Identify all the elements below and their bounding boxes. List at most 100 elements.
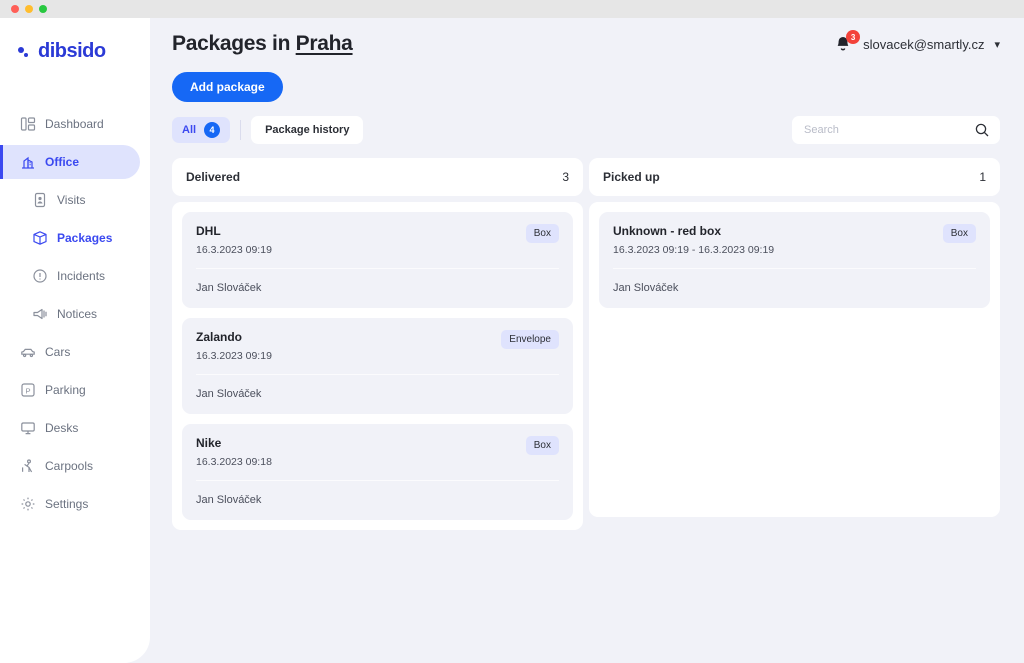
sidebar-item-parking[interactable]: P Parking (0, 373, 140, 407)
package-recipient: Jan Slováček (613, 282, 679, 294)
column-title: Delivered (186, 170, 241, 184)
card-divider (613, 268, 976, 269)
megaphone-icon (33, 308, 47, 320)
package-name: Zalando (196, 330, 243, 344)
sidebar-item-notices[interactable]: Notices (0, 297, 140, 331)
filter-divider (240, 120, 242, 140)
dibsido-dots-icon (18, 44, 34, 60)
package-recipient: Jan Slováček (196, 494, 262, 506)
package-name: DHL (196, 224, 221, 238)
package-recipient: Jan Slováček (196, 388, 262, 400)
sidebar-item-dashboard[interactable]: Dashboard (0, 107, 140, 141)
alert-circle-icon (33, 269, 47, 283)
package-history-button[interactable]: Package history (251, 116, 364, 144)
sidebar-item-office[interactable]: Office (0, 145, 140, 179)
sidebar-item-packages[interactable]: Packages (0, 221, 140, 255)
sidebar-item-label: Desks (45, 421, 79, 435)
parking-p-icon: P (21, 383, 35, 397)
column-body: DHL 16.3.2023 09:19 Box Jan Slováček Zal… (172, 202, 583, 530)
package-date: 16.3.2023 09:18 (196, 456, 272, 468)
close-window-button[interactable] (11, 5, 19, 13)
sidebar-item-label: Cars (45, 345, 71, 359)
page-title-location: Praha (295, 32, 353, 55)
filters-and-search-row: All 4 Package history (172, 116, 1000, 144)
filter-tab-all[interactable]: All 4 (172, 117, 231, 143)
card-divider (196, 480, 559, 481)
sidebar-item-label: Notices (57, 307, 98, 321)
notification-count-badge: 3 (846, 30, 861, 44)
window-titlebar (0, 0, 1024, 18)
page-title: Packages in Praha (172, 32, 353, 56)
column-picked-up: Picked up 1 Unknown - red box 16.3.2023 … (589, 158, 1000, 517)
sidebar-item-visits[interactable]: Visits (0, 183, 140, 217)
page-title-prefix: Packages in (172, 32, 296, 55)
search-box[interactable] (792, 116, 1000, 144)
search-icon[interactable] (974, 122, 990, 138)
minimize-window-button[interactable] (25, 5, 33, 13)
column-delivered: Delivered 3 DHL 16.3.2023 09:19 Box Jan … (172, 158, 583, 530)
sidebar: dibsido Dashboard Office Visits Packages… (0, 18, 150, 663)
app-window: dibsido Dashboard Office Visits Packages… (0, 0, 1024, 663)
account-menu[interactable]: 3 slovacek@smartly.cz ▾ (833, 30, 1000, 55)
main-content: Packages in Praha 3 slovacek@smartly.cz … (150, 18, 1024, 663)
package-card[interactable]: Zalando 16.3.2023 09:19 Envelope Jan Slo… (182, 318, 573, 414)
visits-badge-icon (34, 192, 46, 208)
package-columns: Delivered 3 DHL 16.3.2023 09:19 Box Jan … (172, 158, 1000, 530)
svg-text:P: P (25, 386, 30, 395)
package-recipient: Jan Slováček (196, 282, 262, 294)
filter-tab-all-label: All (182, 124, 197, 136)
car-icon (21, 348, 35, 358)
sidebar-item-cars[interactable]: Cars (0, 335, 140, 369)
sidebar-nav: Dashboard Office Visits Packages Inciden… (0, 105, 150, 485)
brand-logo[interactable]: dibsido (18, 40, 150, 63)
carpool-person-icon (22, 459, 33, 473)
filter-tab-all-count: 4 (204, 122, 221, 138)
sidebar-item-label: Office (45, 155, 80, 169)
package-name: Nike (196, 436, 222, 450)
column-count: 3 (562, 170, 569, 184)
package-name: Unknown - red box (613, 224, 721, 238)
sidebar-item-desks[interactable]: Desks (0, 411, 140, 445)
dashboard-icon (20, 117, 36, 131)
filter-tabs: All 4 Package history (172, 116, 364, 144)
column-header: Delivered 3 (172, 158, 583, 196)
account-email: slovacek@smartly.cz (863, 36, 985, 52)
monitor-desk-icon (21, 422, 35, 435)
add-package-button[interactable]: Add package (172, 72, 283, 102)
card-divider (196, 374, 559, 375)
sidebar-item-label: Carpools (45, 459, 94, 473)
maximize-window-button[interactable] (39, 5, 47, 13)
package-card[interactable]: DHL 16.3.2023 09:19 Box Jan Slováček (182, 212, 573, 308)
sidebar-item-label: Visits (57, 193, 86, 207)
package-type-badge: Box (525, 436, 559, 455)
search-input[interactable] (792, 124, 1000, 136)
package-box-icon (33, 231, 47, 245)
column-count: 1 (979, 170, 986, 184)
package-type-badge: Box (525, 224, 559, 243)
chevron-down-icon[interactable]: ▾ (994, 38, 1000, 51)
brand-name: dibsido (38, 40, 106, 62)
package-type-badge: Box (942, 224, 976, 243)
sidebar-item-settings[interactable]: Settings (0, 487, 140, 521)
sidebar-item-incidents[interactable]: Incidents (0, 259, 140, 293)
sidebar-item-label: Packages (57, 231, 113, 245)
column-body: Unknown - red box 16.3.2023 09:19 - 16.3… (589, 202, 1000, 517)
sidebar-item-label: Incidents (57, 269, 106, 283)
package-card[interactable]: Nike 16.3.2023 09:18 Box Jan Slováček (182, 424, 573, 520)
column-title: Picked up (603, 170, 660, 184)
package-type-badge: Envelope (501, 330, 559, 349)
package-date: 16.3.2023 09:19 (196, 244, 272, 256)
package-date: 16.3.2023 09:19 - 16.3.2023 09:19 (613, 244, 775, 256)
card-divider (196, 268, 559, 269)
sidebar-item-carpools[interactable]: Carpools (0, 449, 140, 483)
package-card[interactable]: Unknown - red box 16.3.2023 09:19 - 16.3… (599, 212, 990, 308)
sidebar-item-label: Parking (45, 383, 86, 397)
package-date: 16.3.2023 09:19 (196, 350, 272, 362)
notifications-button[interactable]: 3 (833, 30, 861, 55)
office-building-icon (22, 156, 34, 169)
gear-icon (21, 497, 35, 511)
column-header: Picked up 1 (589, 158, 1000, 196)
page-header: Packages in Praha 3 slovacek@smartly.cz … (150, 18, 1024, 56)
sidebar-item-label: Dashboard (45, 117, 104, 131)
sidebar-item-label: Settings (45, 497, 89, 511)
